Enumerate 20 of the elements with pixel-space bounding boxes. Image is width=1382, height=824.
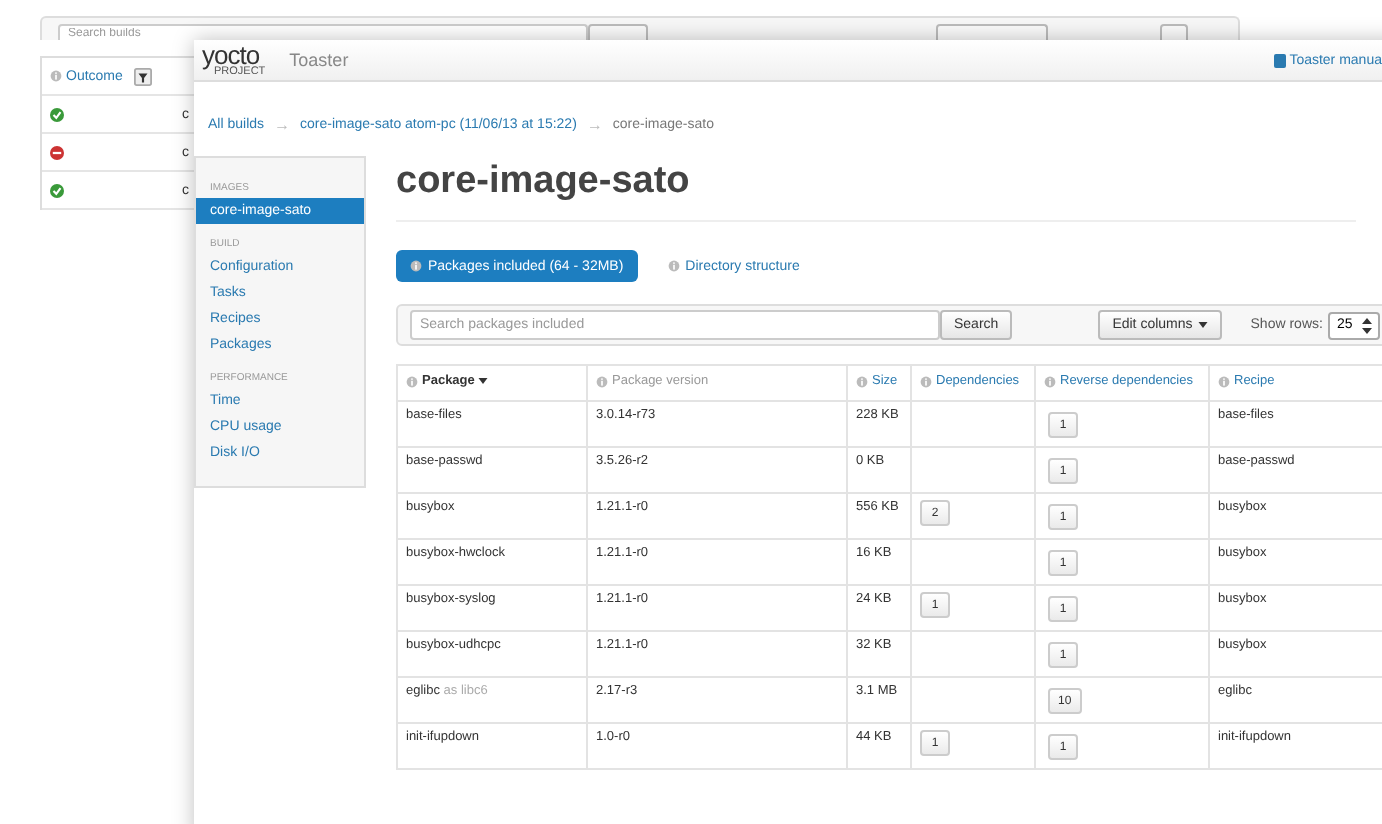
rows-select[interactable] bbox=[1160, 24, 1188, 40]
info-icon bbox=[667, 260, 680, 272]
info-icon bbox=[1218, 375, 1230, 388]
app-title: Toaster bbox=[289, 50, 349, 70]
filter-icon[interactable] bbox=[134, 67, 153, 85]
info-icon bbox=[50, 70, 62, 82]
info-icon bbox=[1044, 375, 1056, 388]
info-icon bbox=[406, 375, 418, 388]
caret-icon bbox=[478, 378, 489, 385]
breadcrumb-separator: → bbox=[586, 117, 603, 133]
info-icon bbox=[596, 375, 608, 388]
search-button[interactable] bbox=[588, 24, 648, 40]
dropdown-button[interactable] bbox=[936, 24, 1048, 40]
info-icon bbox=[920, 375, 932, 388]
stepper-icon bbox=[1362, 317, 1373, 333]
info-icon bbox=[410, 260, 422, 272]
caret-icon bbox=[1198, 322, 1209, 328]
breadcrumb-separator: → bbox=[274, 117, 291, 133]
info-icon bbox=[856, 375, 868, 388]
page-title: core-image-sato bbox=[396, 160, 1356, 222]
